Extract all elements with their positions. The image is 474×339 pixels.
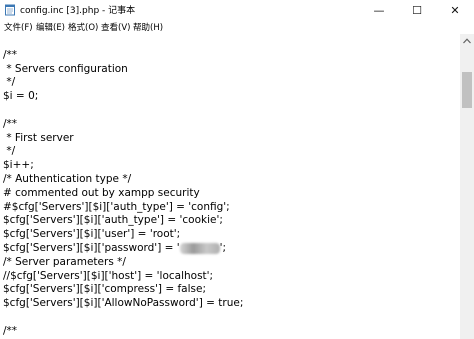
redacted-password [179, 242, 220, 254]
menu-file[interactable]: 文件(F) [4, 21, 33, 33]
code-line: $cfg['Servers'][$i]['user'] = 'root'; [3, 227, 180, 241]
code-text: /* Authentication type */ [3, 173, 132, 185]
code-line: $cfg['Servers'][$i]['password'] = ' '; [3, 241, 226, 255]
code-text-suffix: '; [219, 242, 227, 254]
chevron-up-icon [463, 38, 471, 44]
code-text: //$cfg['Servers'][$i]['host'] = 'localho… [3, 269, 214, 282]
window-title: config.inc [3].php - 记事本 [20, 6, 136, 16]
scroll-up-button[interactable] [460, 34, 474, 48]
code-line: #$cfg['Servers'][$i]['auth_type'] = 'con… [3, 200, 230, 214]
code-text: */ [3, 145, 16, 158]
maximize-button[interactable]: ☐ [398, 0, 436, 20]
code-line: */ [3, 75, 15, 89]
notepad-icon [5, 4, 15, 16]
code-text: * Servers configuration [3, 62, 128, 75]
code-line: $cfg['Servers'][$i]['AllowNoPassword'] =… [3, 296, 243, 310]
code-text: $i = 0; [3, 90, 39, 103]
code-text: /** [3, 48, 18, 61]
menu-help[interactable]: 帮助(H) [133, 21, 163, 33]
code-line: * First server [3, 131, 74, 145]
code-line: # commented out by xampp security [3, 186, 200, 200]
menu-format[interactable]: 格式(O) [68, 21, 98, 33]
code-text: $cfg['Servers'][$i]['compress'] = false; [3, 283, 207, 296]
code-line: $i = 0; [3, 89, 38, 103]
menu-edit[interactable]: 编辑(E) [36, 21, 65, 33]
code-line: /** [3, 324, 17, 338]
code-text: /** [3, 117, 18, 130]
code-text: $cfg['Servers'][$i]['auth_type'] = 'cook… [3, 214, 223, 227]
code-line: * Servers configuration [3, 62, 128, 76]
code-line: $i++; [3, 158, 34, 172]
code-line: $cfg['Servers'][$i]['auth_type'] = 'cook… [3, 213, 223, 227]
code-text: # commented out by xampp security [3, 186, 200, 199]
title-bar: config.inc [3].php - 记事本 — ☐ ✕ [0, 0, 474, 20]
code-text: /** [3, 324, 18, 337]
minimize-button[interactable]: — [360, 0, 398, 20]
code-text: /* Server parameters */ [3, 255, 126, 268]
code-text: #$cfg['Servers'][$i]['auth_type'] = 'con… [3, 200, 230, 213]
menu-bar: 文件(F) 编辑(E) 格式(O) 查看(V) 帮助(H) [0, 20, 474, 34]
code-text: */ [3, 76, 16, 89]
code-text: * First server [3, 131, 74, 144]
code-line: /** [3, 48, 17, 62]
code-line: /* Authentication type */ [3, 172, 131, 186]
code-line: */ [3, 144, 15, 158]
code-line: $cfg['Servers'][$i]['compress'] = false; [3, 282, 206, 296]
code-text: $cfg['Servers'][$i]['AllowNoPassword'] =… [3, 297, 244, 310]
code-line: /* Server parameters */ [3, 255, 126, 269]
code-text: $cfg['Servers'][$i]['password'] = ' [3, 242, 180, 254]
code-line: /** [3, 117, 17, 131]
text-editor[interactable]: /** * Servers configuration */$i = 0;/**… [0, 34, 460, 339]
close-button[interactable]: ✕ [436, 0, 474, 20]
code-text: $i++; [3, 159, 34, 172]
scroll-thumb[interactable] [462, 72, 472, 108]
code-line: //$cfg['Servers'][$i]['host'] = 'localho… [3, 269, 213, 283]
vertical-scrollbar[interactable] [460, 34, 474, 339]
menu-view[interactable]: 查看(V) [101, 21, 130, 33]
code-text: $cfg['Servers'][$i]['user'] = 'root'; [3, 228, 181, 241]
